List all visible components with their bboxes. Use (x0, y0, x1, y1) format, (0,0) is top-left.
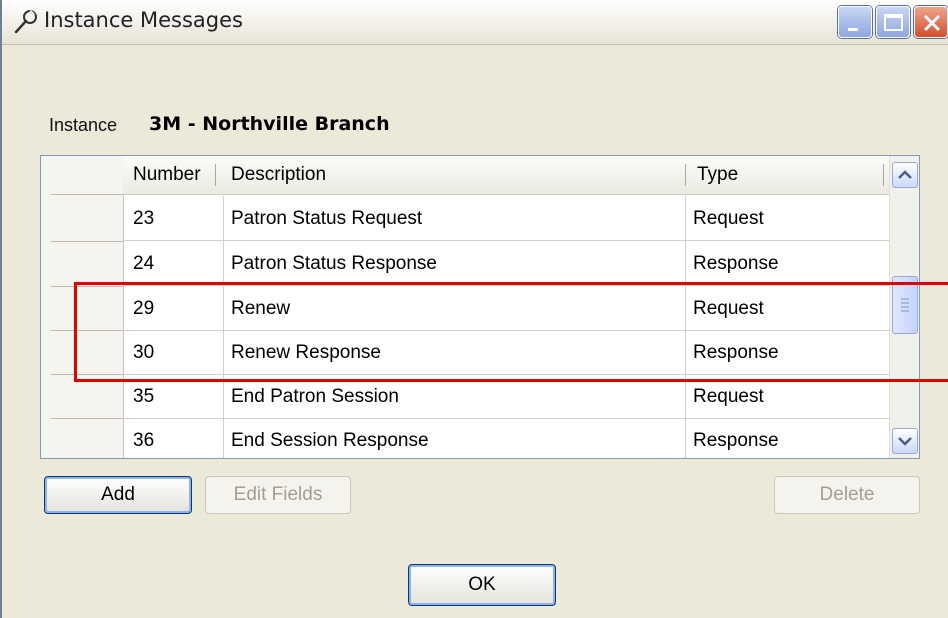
cell-type: Response (693, 342, 779, 363)
scroll-thumb[interactable] (892, 276, 918, 334)
minimize-icon (848, 28, 858, 31)
cell-description: Patron Status Request (231, 208, 423, 229)
edit-fields-button[interactable]: Edit Fields (205, 476, 351, 514)
close-icon (923, 14, 941, 32)
messages-grid[interactable]: Number Description Type 23 Patron Status… (40, 155, 920, 459)
cell-type: Response (693, 430, 779, 451)
chevron-up-icon (898, 170, 912, 179)
instance-value: 3M - Northville Branch (149, 113, 390, 135)
cell-description: End Session Response (231, 430, 429, 451)
cell-type: Request (693, 386, 764, 407)
table-row[interactable]: 29 Renew Request (123, 286, 889, 331)
scroll-up-button[interactable] (892, 162, 918, 188)
cell-type: Request (693, 208, 764, 229)
wrench-icon (14, 9, 37, 34)
table-row[interactable]: 30 Renew Response Response (123, 330, 889, 375)
instance-label: Instance (49, 115, 118, 135)
cell-number: 30 (133, 342, 155, 363)
table-row[interactable]: 24 Patron Status Response Response (123, 241, 889, 286)
cell-number: 24 (133, 253, 155, 274)
window-title: Instance Messages (44, 8, 243, 32)
cell-type: Response (693, 253, 779, 274)
cell-description: Renew Response (231, 342, 381, 363)
cell-number: 35 (133, 386, 155, 407)
column-header-type[interactable]: Type (697, 164, 738, 186)
grid-header: Number Description Type (123, 156, 889, 195)
cell-description: Renew (231, 298, 291, 319)
maximize-button[interactable] (876, 6, 910, 38)
table-row[interactable]: 36 End Session Response Response (123, 418, 889, 458)
vertical-scrollbar[interactable] (889, 156, 919, 458)
column-header-number[interactable]: Number (133, 164, 201, 186)
minimize-button[interactable] (838, 6, 872, 38)
column-header-description[interactable]: Description (231, 164, 326, 186)
cell-description: End Patron Session (231, 386, 399, 407)
ok-button[interactable]: OK (408, 564, 556, 606)
chevron-down-icon (898, 437, 912, 446)
table-row[interactable]: 23 Patron Status Request Request (123, 196, 889, 241)
cell-description: Patron Status Response (231, 253, 437, 274)
cell-number: 23 (133, 208, 155, 229)
title-bar[interactable]: Instance Messages (2, 0, 948, 45)
cell-type: Request (693, 298, 764, 319)
maximize-icon (884, 14, 903, 31)
row-header-column (41, 156, 124, 458)
scroll-down-button[interactable] (892, 428, 918, 454)
instance-messages-window: Instance Messages Instance 3M - Northvil… (0, 0, 948, 618)
close-button[interactable] (914, 6, 948, 38)
table-row[interactable]: 35 End Patron Session Request (123, 374, 889, 419)
cell-number: 36 (133, 430, 155, 451)
add-button[interactable]: Add (44, 476, 192, 514)
cell-number: 29 (133, 298, 155, 319)
grip-icon (901, 298, 909, 312)
delete-button[interactable]: Delete (774, 476, 920, 514)
